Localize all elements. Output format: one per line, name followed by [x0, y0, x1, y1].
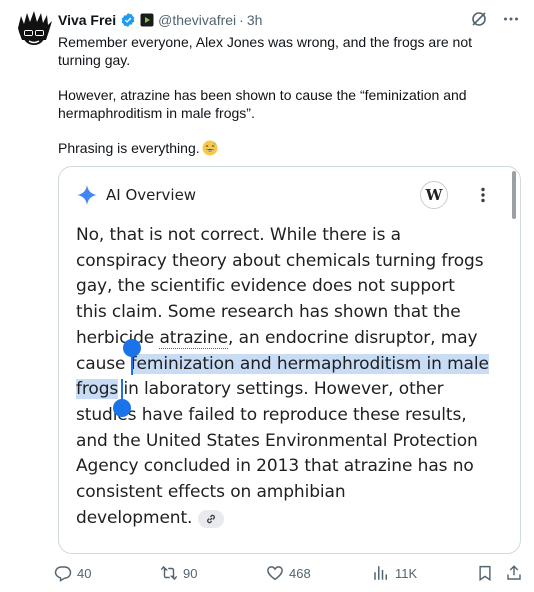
overview-line: cause feminization and hermaphroditism i…: [76, 352, 508, 378]
repost-button[interactable]: 90: [160, 564, 197, 582]
repost-icon: [160, 565, 178, 581]
verified-badge-icon: [120, 12, 136, 28]
post-action-bar: 40 90 468 11K: [54, 562, 522, 584]
view-count: 11K: [395, 565, 418, 581]
post-paragraph: However, atrazine has been shown to caus…: [58, 87, 467, 121]
atrazine-link[interactable]: atrazine: [159, 327, 228, 349]
wikipedia-source-icon[interactable]: W: [420, 181, 448, 209]
more-options-icon[interactable]: [502, 10, 520, 31]
avatar[interactable]: [14, 10, 54, 50]
gemini-sparkle-icon: [77, 185, 97, 205]
grok-icon[interactable]: [470, 10, 488, 31]
overview-line: gay, the scientific evidence does not su…: [76, 276, 455, 297]
like-count: 468: [289, 565, 311, 581]
bookmark-icon: [479, 565, 491, 582]
post-paragraph: Phrasing is everything.: [58, 139, 518, 157]
link-icon[interactable]: [198, 509, 225, 528]
overview-line: this claim. Some research has shown that…: [76, 302, 461, 323]
reply-icon: [54, 566, 72, 582]
share-icon: [507, 565, 521, 580]
heart-icon: [267, 566, 283, 581]
display-name[interactable]: Viva Frei: [58, 12, 116, 28]
overview-line: frogs in laboratory settings. However, o…: [76, 377, 508, 403]
ai-overview-text: No, that is not correct. While there is …: [76, 223, 508, 531]
ai-overview-title: AI Overview: [106, 186, 197, 204]
overview-text: development.: [76, 507, 193, 528]
overview-text: in laboratory settings. However, other: [118, 379, 444, 400]
reply-button[interactable]: 40: [54, 564, 91, 582]
overview-line: conspiracy theory about chemicals turnin…: [76, 250, 484, 271]
post-time[interactable]: 3h: [247, 12, 263, 28]
rumble-affiliate-icon: [140, 13, 154, 27]
overview-line: studies have failed to reproduce these r…: [76, 404, 467, 425]
views-button[interactable]: 11K: [372, 564, 417, 582]
share-button[interactable]: [505, 564, 523, 582]
overview-text: cause: [76, 353, 131, 374]
user-handle[interactable]: @thevivafrei: [158, 12, 236, 28]
overview-text: , an endocrine disruptor, may: [228, 327, 478, 348]
bookmark-button[interactable]: [476, 564, 494, 582]
overview-line: consistent effects on amphibian: [76, 482, 346, 503]
selection-end-handle[interactable]: [113, 399, 131, 417]
grinning-sweat-emoji-icon: [202, 140, 218, 156]
post-text: Remember everyone, Alex Jones was wrong,…: [58, 33, 518, 174]
scrollbar: [512, 171, 516, 219]
overview-line: No, that is not correct. While there is …: [76, 225, 401, 245]
post-header: Viva Frei @thevivafrei · 3h: [58, 10, 520, 30]
ai-overview-screenshot[interactable]: AI Overview W No, that is not correct. W…: [58, 166, 521, 554]
selected-text: frogs: [76, 379, 119, 400]
overview-text: herbicide: [76, 327, 160, 348]
overview-line: Agency concluded in 2013 that atrazine h…: [76, 456, 474, 477]
reply-count: 40: [77, 565, 92, 581]
selection-start-stem: [131, 353, 133, 375]
more-options-icon[interactable]: [474, 185, 492, 205]
repost-count: 90: [183, 565, 198, 581]
post-paragraph: Remember everyone, Alex Jones was wrong,…: [58, 34, 472, 68]
overview-line: development.: [76, 506, 508, 532]
post-paragraph-text: Phrasing is everything.: [58, 140, 200, 156]
overview-line: and the United States Environmental Prot…: [76, 430, 478, 451]
separator-dot: ·: [239, 12, 244, 28]
selected-text: feminization and hermaphroditism in male: [130, 353, 489, 374]
analytics-icon: [374, 566, 387, 580]
ai-overview-header: AI Overview W: [77, 181, 504, 209]
like-button[interactable]: 468: [266, 564, 311, 582]
